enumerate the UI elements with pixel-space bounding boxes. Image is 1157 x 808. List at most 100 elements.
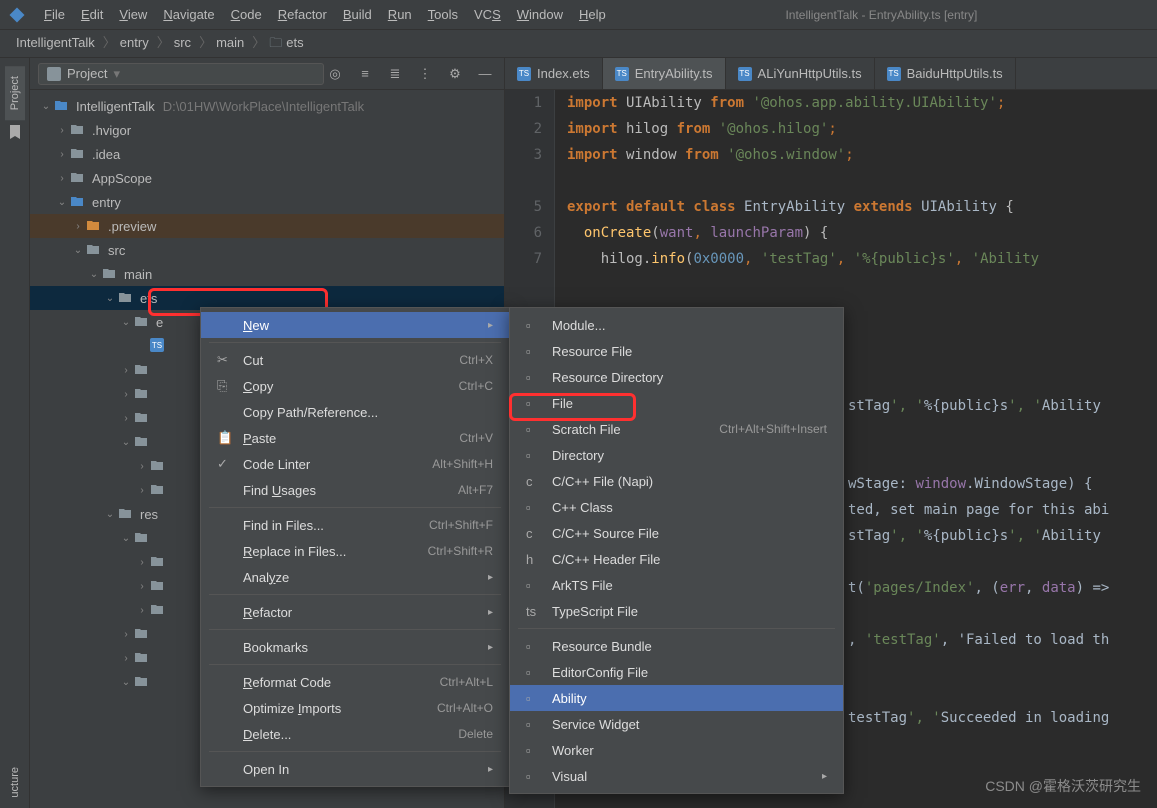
menu-item-resource-directory[interactable]: ▫Resource Directory <box>510 364 843 390</box>
menu-item-typescript-file[interactable]: tsTypeScript File <box>510 598 843 624</box>
structure-tool-tab[interactable]: ucture <box>5 757 25 808</box>
menu-edit[interactable]: Edit <box>73 3 111 26</box>
menu-item-copy[interactable]: ⎘CopyCtrl+C <box>201 373 509 399</box>
menu-item-find-usages[interactable]: Find UsagesAlt+F7 <box>201 477 509 503</box>
✂-icon: ✂ <box>217 352 235 368</box>
menu-item-reformat-code[interactable]: Reformat CodeCtrl+Alt+L <box>201 669 509 695</box>
hide-icon[interactable]: — <box>474 63 496 85</box>
crumb-main[interactable]: main <box>216 35 244 50</box>
ts-icon: ts <box>526 604 544 619</box>
📋-icon: 📋 <box>217 430 235 446</box>
menu-file[interactable]: File <box>36 3 73 26</box>
tree-item[interactable]: ⌄IntelligentTalkD:\01HW\WorkPlace\Intell… <box>30 94 504 118</box>
menu-build[interactable]: Build <box>335 3 380 26</box>
collapse-icon[interactable]: ≣ <box>384 63 406 85</box>
menu-tools[interactable]: Tools <box>420 3 466 26</box>
target-icon[interactable]: ◎ <box>324 63 346 85</box>
menu-refactor[interactable]: Refactor <box>270 3 335 26</box>
menu-item-c-c-file-napi-[interactable]: cC/C++ File (Napi) <box>510 468 843 494</box>
breadcrumb: IntelligentTalk〉entry〉src〉main〉🗀ets <box>0 30 1157 58</box>
menu-item-analyze[interactable]: Analyze▸ <box>201 564 509 590</box>
context-menu-new: ▫Module...▫Resource File▫Resource Direct… <box>509 307 844 794</box>
menu-item-service-widget[interactable]: ▫Service Widget <box>510 711 843 737</box>
menu-item-visual[interactable]: ▫Visual▸ <box>510 763 843 789</box>
menu-item-optimize-imports[interactable]: Optimize ImportsCtrl+Alt+O <box>201 695 509 721</box>
tree-item[interactable]: ⌄main <box>30 262 504 286</box>
menu-item-worker[interactable]: ▫Worker <box>510 737 843 763</box>
editor-tabs: TSIndex.etsTSEntryAbility.tsTSALiYunHttp… <box>505 58 1157 90</box>
menu-run[interactable]: Run <box>380 3 420 26</box>
menu-window[interactable]: Window <box>509 3 571 26</box>
menu-item-c-class[interactable]: ▫C++ Class <box>510 494 843 520</box>
menu-item-copy-path-reference-[interactable]: Copy Path/Reference... <box>201 399 509 425</box>
⎘-icon: ⎘ <box>217 378 235 394</box>
menu-item-file[interactable]: ▫File <box>510 390 843 416</box>
project-tool-tab[interactable]: Project <box>5 66 25 120</box>
menu-item-new[interactable]: New▸ <box>201 312 509 338</box>
menu-item-paste[interactable]: 📋PasteCtrl+V <box>201 425 509 451</box>
h-icon: h <box>526 552 544 567</box>
scratch-icon: ▫ <box>526 422 544 437</box>
tree-item[interactable]: ›AppScope <box>30 166 504 190</box>
c-icon: c <box>526 526 544 541</box>
bookmark-icon[interactable] <box>7 124 23 140</box>
menu-vcs[interactable]: VCS <box>466 3 509 26</box>
left-sidebar: Project ucture <box>0 58 30 808</box>
menu-item-refactor[interactable]: Refactor▸ <box>201 599 509 625</box>
tab-BaiduHttpUtils.ts[interactable]: TSBaiduHttpUtils.ts <box>875 58 1016 89</box>
tree-item[interactable]: ›.idea <box>30 142 504 166</box>
menubar: FileEditViewNavigateCodeRefactorBuildRun… <box>0 0 1157 30</box>
ts-file-icon: TS <box>517 67 531 81</box>
✓-icon: ✓ <box>217 456 235 472</box>
svg-text:TS: TS <box>152 341 162 350</box>
tab-EntryAbility.ts[interactable]: TSEntryAbility.ts <box>603 58 726 89</box>
menu-item-module-[interactable]: ▫Module... <box>510 312 843 338</box>
menu-item-resource-bundle[interactable]: ▫Resource Bundle <box>510 633 843 659</box>
worker-icon: ▫ <box>526 743 544 758</box>
context-menu-primary: New▸ ✂CutCtrl+X⎘CopyCtrl+CCopy Path/Refer… <box>200 307 510 787</box>
folder-icon: ▫ <box>526 448 544 463</box>
menu-view[interactable]: View <box>111 3 155 26</box>
menu-item-editorconfig-file[interactable]: ▫EditorConfig File <box>510 659 843 685</box>
menu-item-cut[interactable]: ✂CutCtrl+X <box>201 347 509 373</box>
ts-file-icon: TS <box>887 67 901 81</box>
menu-item-directory[interactable]: ▫Directory <box>510 442 843 468</box>
menu-item-scratch-file[interactable]: ▫Scratch FileCtrl+Alt+Shift+Insert <box>510 416 843 442</box>
menu-item-c-c-source-file[interactable]: cC/C++ Source File <box>510 520 843 546</box>
crumb-IntelligentTalk[interactable]: IntelligentTalk <box>16 35 95 50</box>
tab-Index.ets[interactable]: TSIndex.ets <box>505 58 603 89</box>
menu-item-arkts-file[interactable]: ▫ArkTS File <box>510 572 843 598</box>
menu-item-replace-in-files-[interactable]: Replace in Files...Ctrl+Shift+R <box>201 538 509 564</box>
file-icon: ▫ <box>526 344 544 359</box>
crumb-entry[interactable]: entry <box>120 35 149 50</box>
window-title: IntelligentTalk - EntryAbility.ts [entry… <box>614 8 1149 22</box>
menu-navigate[interactable]: Navigate <box>155 3 222 26</box>
gear-icon[interactable]: ⚙ <box>444 63 466 85</box>
crumb-ets[interactable]: ets <box>286 35 303 50</box>
file-icon: ▫ <box>526 396 544 411</box>
menu-item-delete-[interactable]: Delete...Delete <box>201 721 509 747</box>
menu-item-find-in-files-[interactable]: Find in Files...Ctrl+Shift+F <box>201 512 509 538</box>
watermark: CSDN @霍格沃茨研究生 <box>985 776 1141 796</box>
menu-help[interactable]: Help <box>571 3 614 26</box>
menu-item-resource-file[interactable]: ▫Resource File <box>510 338 843 364</box>
tree-item[interactable]: ⌄src <box>30 238 504 262</box>
tree-item[interactable]: ⌄entry <box>30 190 504 214</box>
panel-title-dropdown[interactable]: Project ▾ <box>38 63 324 85</box>
menu-item-bookmarks[interactable]: Bookmarks▸ <box>201 634 509 660</box>
tree-item[interactable]: ›.preview <box>30 214 504 238</box>
bundle-icon: ▫ <box>526 639 544 654</box>
ts-file-icon: TS <box>615 67 629 81</box>
cpp-icon: ▫ <box>526 500 544 515</box>
menu-code[interactable]: Code <box>223 3 270 26</box>
menu-item-c-c-header-file[interactable]: hC/C++ Header File <box>510 546 843 572</box>
menu-item-ability[interactable]: ▫Ability <box>510 685 843 711</box>
menu-item-code-linter[interactable]: ✓Code LinterAlt+Shift+H <box>201 451 509 477</box>
expand-icon[interactable]: ≡ <box>354 63 376 85</box>
ets-icon: ▫ <box>526 578 544 593</box>
tree-item[interactable]: ›.hvigor <box>30 118 504 142</box>
menu-item-open-in[interactable]: Open In▸ <box>201 756 509 782</box>
crumb-src[interactable]: src <box>174 35 191 50</box>
config-icon: ▫ <box>526 665 544 680</box>
tab-ALiYunHttpUtils.ts[interactable]: TSALiYunHttpUtils.ts <box>726 58 875 89</box>
